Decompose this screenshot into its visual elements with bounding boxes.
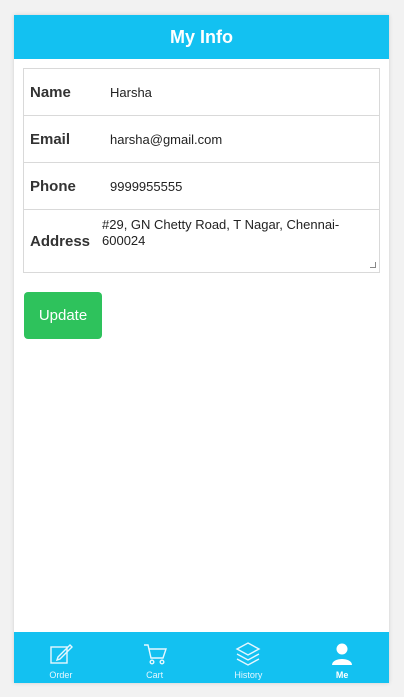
tab-cart-label: Cart bbox=[146, 670, 164, 680]
phone-field[interactable]: 9999955555 bbox=[102, 179, 182, 194]
tab-me[interactable]: Me bbox=[295, 632, 389, 683]
name-label: Name bbox=[30, 83, 71, 101]
tab-cart[interactable]: Cart bbox=[108, 632, 202, 683]
info-form: Name Harsha Email harsha@gmail.com Phone… bbox=[23, 68, 380, 273]
tab-order-label: Order bbox=[49, 670, 73, 680]
phone-row: Phone 9999955555 bbox=[24, 163, 379, 210]
email-field[interactable]: harsha@gmail.com bbox=[102, 132, 222, 147]
address-row: Address #29, GN Chetty Road, T Nagar, Ch… bbox=[24, 210, 379, 272]
tab-history[interactable]: History bbox=[202, 632, 296, 683]
name-field[interactable]: Harsha bbox=[102, 85, 152, 100]
user-icon bbox=[332, 643, 353, 665]
email-label: Email bbox=[30, 130, 71, 148]
layers-icon bbox=[235, 642, 261, 666]
address-label: Address bbox=[30, 232, 91, 250]
phone-label: Phone bbox=[30, 177, 76, 195]
name-row: Name Harsha bbox=[24, 69, 379, 116]
bottom-tab-bar: Order Cart History Me bbox=[14, 632, 389, 683]
page-title: My Info bbox=[170, 26, 233, 47]
address-textarea[interactable]: #29, GN Chetty Road, T Nagar, Chennai-60… bbox=[102, 211, 379, 271]
address-value: #29, GN Chetty Road, T Nagar, Chennai-60… bbox=[102, 217, 340, 248]
app-frame: My Info Name Harsha Email harsha@gmail.c… bbox=[14, 15, 389, 683]
order-edit-icon bbox=[50, 644, 73, 664]
resize-grip-icon[interactable] bbox=[370, 262, 376, 268]
tab-order[interactable]: Order bbox=[14, 632, 108, 683]
update-button[interactable]: Update bbox=[24, 292, 102, 339]
header-bar: My Info bbox=[14, 15, 389, 59]
email-row: Email harsha@gmail.com bbox=[24, 116, 379, 163]
tab-history-label: History bbox=[234, 670, 263, 680]
cart-icon bbox=[143, 644, 167, 665]
tab-me-label: Me bbox=[335, 670, 349, 680]
